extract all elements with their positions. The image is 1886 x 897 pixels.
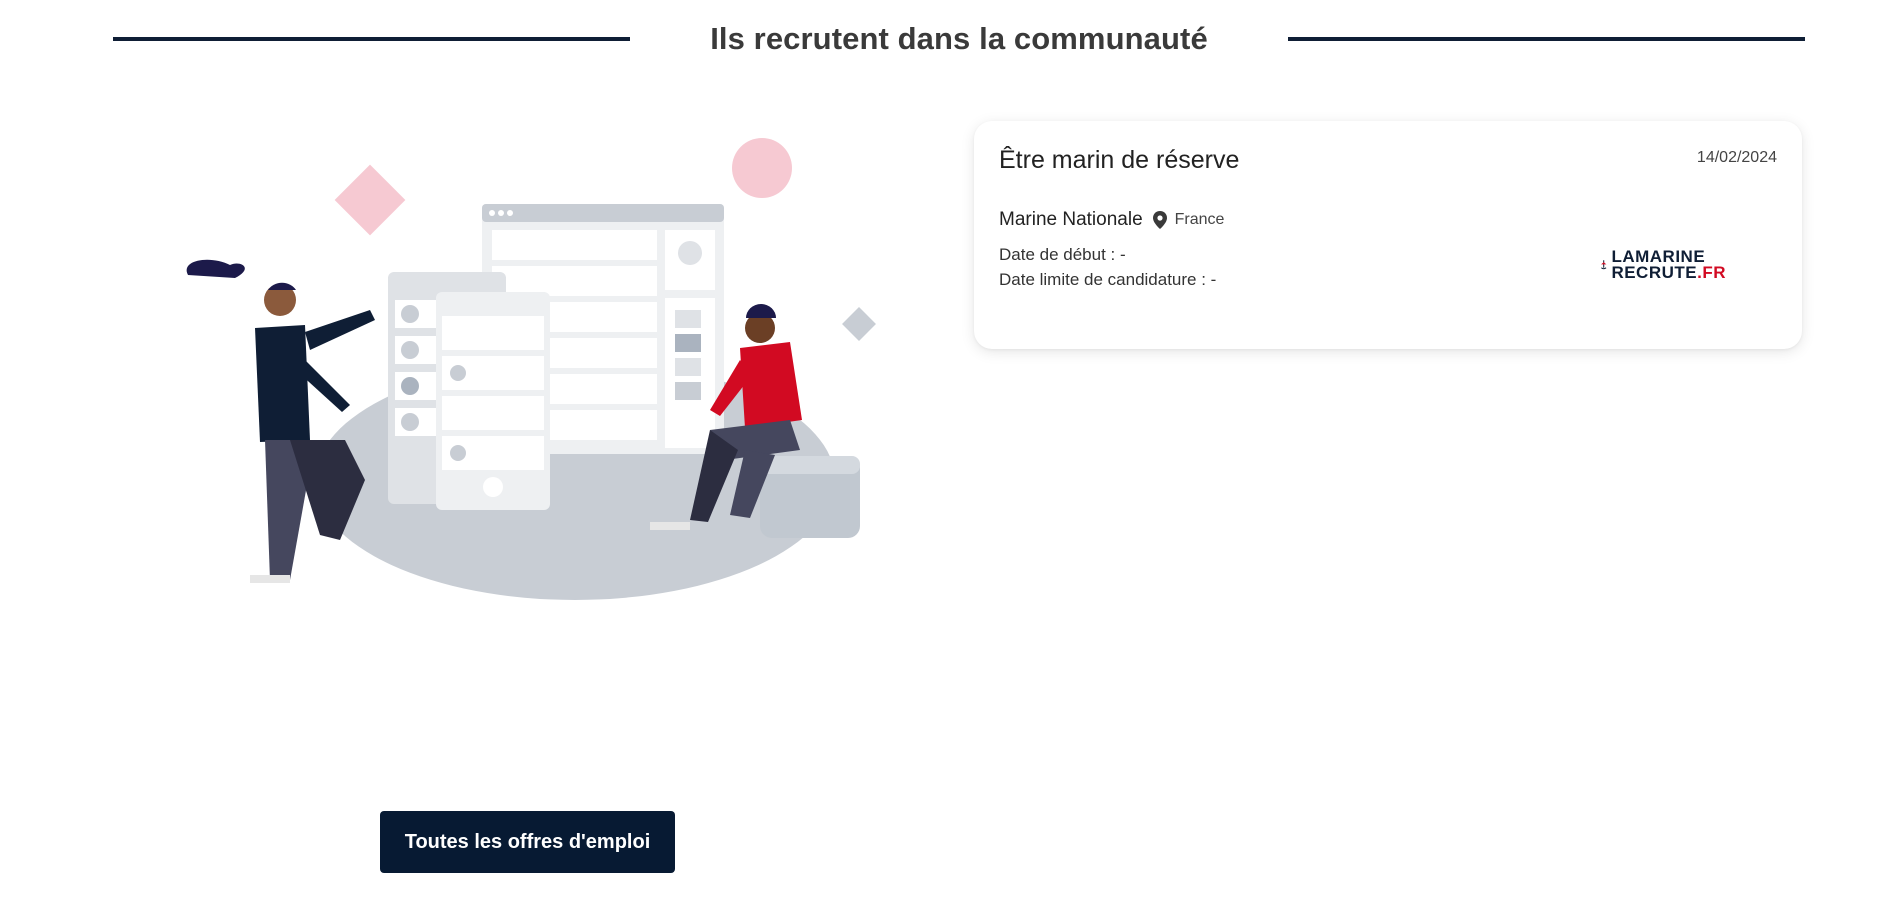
- job-start-date: Date de début : -: [999, 245, 1126, 264]
- anchor-icon: [1601, 260, 1607, 270]
- illustration-svg: [186, 138, 876, 682]
- section-header: Ils recrutent dans la communauté: [113, 14, 1805, 64]
- job-date: 14/02/2024: [1696, 149, 1777, 166]
- logo-line-2: RECRUTE.FR: [1611, 263, 1726, 282]
- header-rule-right: [1287, 37, 1805, 41]
- job-offer-card[interactable]: Être marin de réserve 14/02/2024 Marine …: [974, 121, 1802, 349]
- map-pin-icon: [1152, 211, 1167, 229]
- logo-line-2-accent: .FR: [1697, 263, 1726, 282]
- job-company: Marine Nationale: [999, 209, 1143, 230]
- company-logo: LAMARINE RECRUTE.FR: [1600, 247, 1726, 283]
- job-deadline: Date limite de candidature : -: [999, 270, 1217, 289]
- recruitment-illustration: [170, 120, 930, 682]
- logo-line-2-main: RECRUTE: [1611, 263, 1698, 282]
- job-title[interactable]: Être marin de réserve: [999, 146, 1239, 175]
- job-location: France: [1174, 211, 1225, 228]
- job-company-row: Marine Nationale France: [999, 209, 1224, 231]
- section-title: Ils recrutent dans la communauté: [710, 21, 1208, 56]
- header-rule-left: [113, 37, 631, 41]
- all-jobs-button[interactable]: Toutes les offres d'emploi: [380, 811, 675, 873]
